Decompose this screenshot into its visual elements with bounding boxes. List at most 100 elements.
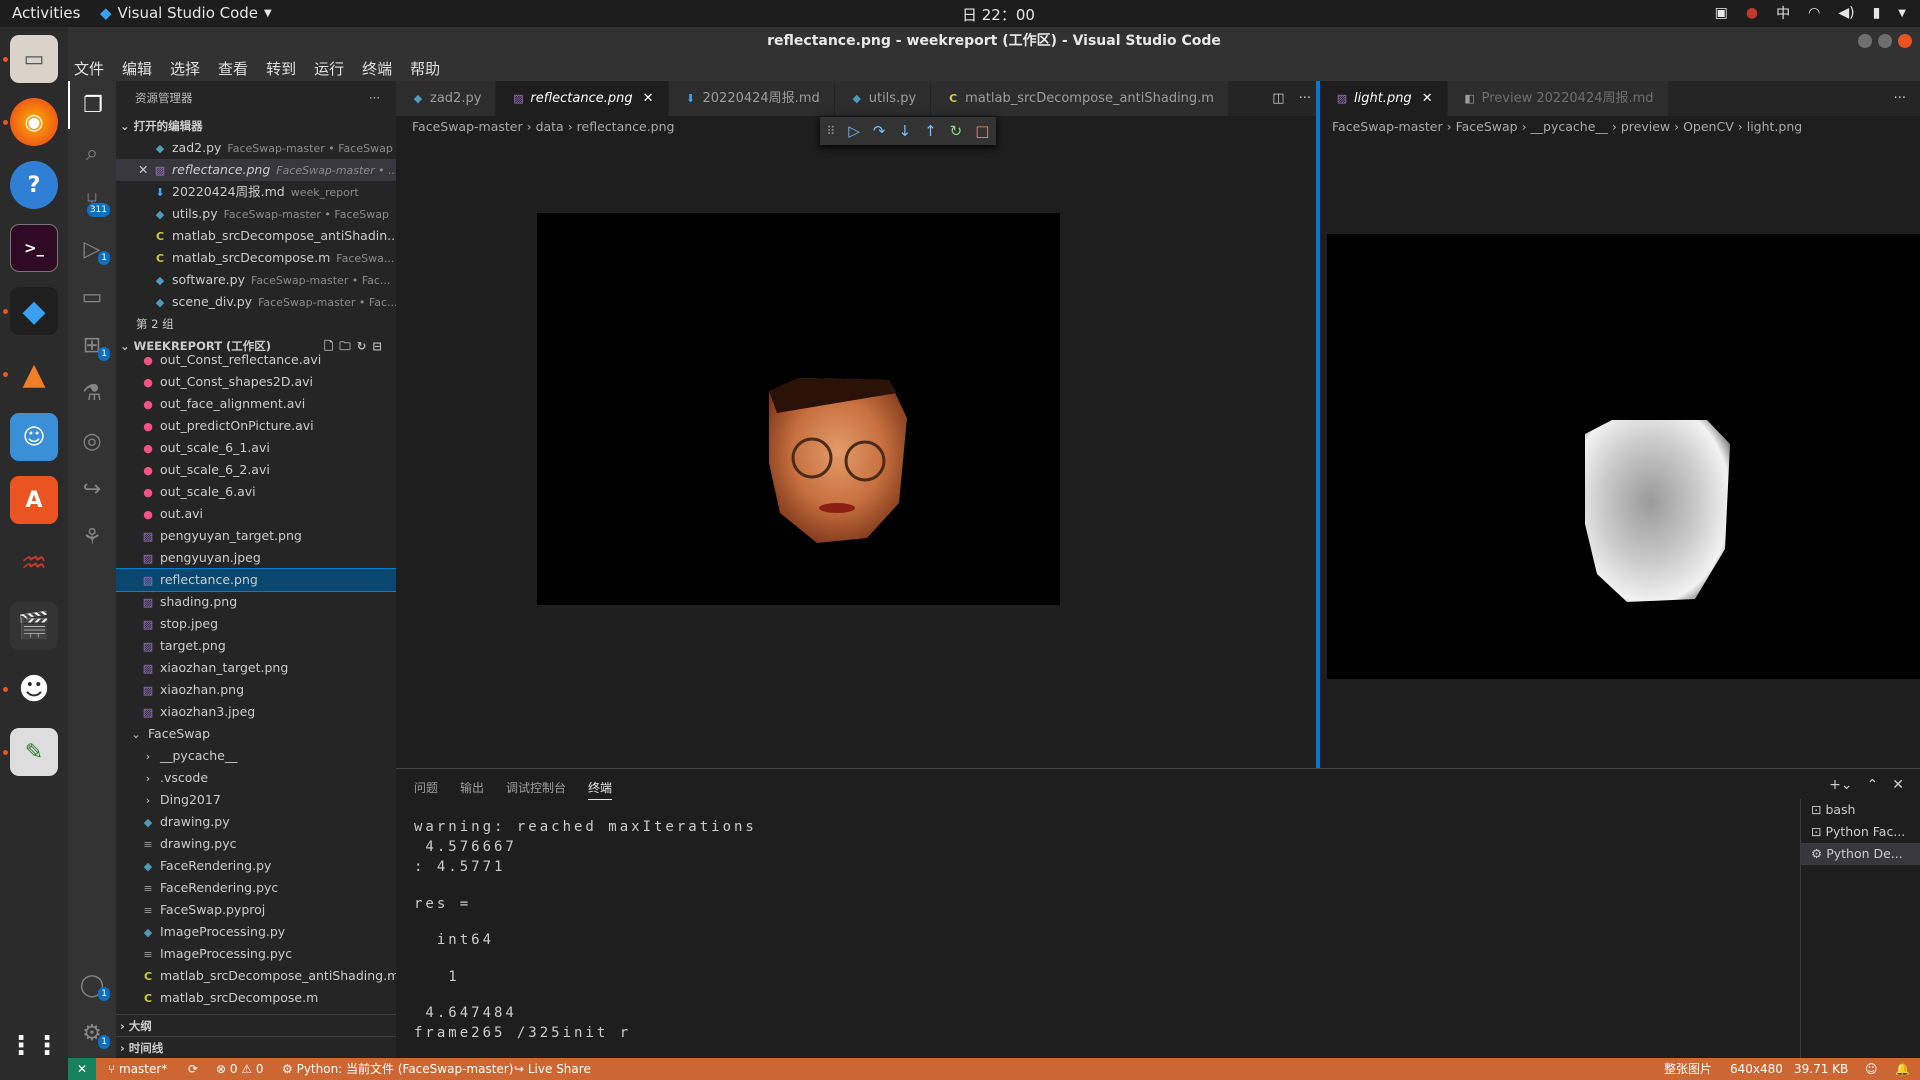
python-debug-config[interactable]: ⚙ Python: 当前文件 (FaceSwap-master) xyxy=(282,1058,513,1080)
minimize-button[interactable] xyxy=(1858,34,1872,48)
run-debug-icon[interactable]: ▷ 1 xyxy=(68,225,116,273)
file-tree-item[interactable]: ● out_scale_6.avi xyxy=(116,481,396,503)
terminal-icon[interactable]: >_ xyxy=(10,224,58,272)
file-tree-item[interactable]: ● out_face_alignment.avi xyxy=(116,393,396,415)
matlab-icon[interactable]: ▲ xyxy=(10,350,58,398)
more-actions-icon[interactable]: ··· xyxy=(1299,91,1311,106)
menu-help[interactable]: 帮助 xyxy=(410,58,440,79)
editor-tab[interactable]: ⬇ 20220424周报.md xyxy=(668,81,835,116)
file-tree-item[interactable]: ● out_predictOnPicture.avi xyxy=(116,415,396,437)
terminal-bash[interactable]: ⊡ bash xyxy=(1801,799,1920,821)
file-tree-item[interactable]: ● out_Const_reflectance.avi xyxy=(116,349,396,371)
outline-header[interactable]: › 大纲 xyxy=(116,1014,396,1036)
file-tree-item[interactable]: ▨ xiaozhan3.jpeg xyxy=(116,701,396,723)
stop-icon[interactable]: □ xyxy=(975,122,989,140)
close-icon[interactable]: ✕ xyxy=(138,159,148,181)
file-tree-item[interactable]: ◆ FaceRendering.py xyxy=(116,855,396,877)
breadcrumb-item[interactable]: FaceSwap-master xyxy=(412,119,523,134)
group-2-header[interactable]: 第 2 组 xyxy=(116,313,396,335)
problems-indicator[interactable]: ⊗ 0 ⚠ 0 xyxy=(216,1058,264,1080)
close-tab-icon[interactable]: ✕ xyxy=(643,91,654,106)
app-menu[interactable]: ◆ Visual Studio Code ▼ xyxy=(100,4,272,22)
search-icon[interactable]: ⌕ xyxy=(68,129,116,177)
file-tree-item[interactable]: ● out.avi xyxy=(116,503,396,525)
continue-icon[interactable]: ▷ xyxy=(848,122,860,140)
zoom-mode[interactable]: 整张图片 xyxy=(1664,1058,1712,1080)
activities-button[interactable]: Activities xyxy=(12,4,80,22)
volume-icon[interactable]: ◀) xyxy=(1838,5,1854,21)
breadcrumb-item[interactable]: preview xyxy=(1621,119,1670,134)
battery-icon[interactable]: ▮ xyxy=(1873,5,1881,21)
file-tree-item[interactable]: ▨ pengyuyan_target.png xyxy=(116,525,396,547)
file-tree-item[interactable]: ● out_scale_6_2.avi xyxy=(116,459,396,481)
github-icon[interactable]: ◎ xyxy=(68,417,116,465)
tab-terminal[interactable]: 终端 xyxy=(588,779,613,800)
file-tree-item[interactable]: ● out_scale_6_1.avi xyxy=(116,437,396,459)
menu-go[interactable]: 转到 xyxy=(266,58,296,79)
tab-output[interactable]: 输出 xyxy=(460,779,484,800)
menu-view[interactable]: 查看 xyxy=(218,58,248,79)
extensions-icon[interactable]: ⊞ 1 xyxy=(68,321,116,369)
file-tree-item[interactable]: › Ding2017 xyxy=(116,789,396,811)
file-tree-item[interactable]: ≡ FaceRendering.pyc xyxy=(116,877,396,899)
terminal-python-debug[interactable]: ⚙ Python De... xyxy=(1801,843,1920,865)
step-over-icon[interactable]: ↷ xyxy=(873,122,886,140)
file-tree-item[interactable]: ≡ drawing.pyc xyxy=(116,833,396,855)
feedback-icon[interactable]: ☺ xyxy=(1865,1058,1878,1080)
file-tree-item[interactable]: › __pycache__ xyxy=(116,745,396,767)
timeline-header[interactable]: › 时间线 xyxy=(116,1036,396,1058)
file-tree-item[interactable]: ≡ FaceSwap.pyproj xyxy=(116,899,396,921)
file-tree-item[interactable]: ● out_Const_shapes2D.avi xyxy=(116,371,396,393)
file-tree-item[interactable]: ◆ drawing.py xyxy=(116,811,396,833)
help-icon[interactable]: ? xyxy=(10,161,58,209)
source-control-icon[interactable]: ⑂ 311 xyxy=(68,177,116,225)
remote-icon[interactable]: ✕ xyxy=(68,1058,96,1080)
more-actions-icon[interactable]: ··· xyxy=(1880,81,1920,116)
wifi-icon[interactable]: ◠ xyxy=(1808,5,1820,21)
editor-tab[interactable]: ▨ light.png ✕ xyxy=(1320,81,1448,116)
ime-indicator[interactable]: 中 xyxy=(1776,3,1790,23)
file-tree-item[interactable]: ▨ stop.jpeg xyxy=(116,613,396,635)
step-into-icon[interactable]: ↓ xyxy=(898,122,911,140)
clock[interactable]: 日 22：00 xyxy=(962,4,1035,25)
menu-run[interactable]: 运行 xyxy=(314,58,344,79)
editor-tab[interactable]: ◆ zad2.py xyxy=(396,81,497,116)
software-center-icon[interactable]: A xyxy=(10,476,58,524)
branch-indicator[interactable]: ⑂ master* xyxy=(108,1058,167,1080)
file-tree-item[interactable]: ≡ ImageProcessing.pyc xyxy=(116,943,396,965)
testing-icon[interactable]: ⚗ xyxy=(68,369,116,417)
open-editor-item[interactable]: Cmatlab_srcDecompose.m FaceSwa... xyxy=(116,247,396,269)
file-tree-item[interactable]: ▨ pengyuyan.jpeg xyxy=(116,547,396,569)
breadcrumb-item[interactable]: OpenCV xyxy=(1683,119,1734,134)
python-icon[interactable]: ⚘ xyxy=(68,513,116,561)
app-icon[interactable]: ☻ xyxy=(10,665,58,713)
menu-file[interactable]: 文件 xyxy=(74,58,104,79)
file-tree-item[interactable]: Cmatlab_srcDecompose.m xyxy=(116,987,396,1009)
breadcrumb-item[interactable]: data xyxy=(536,119,564,134)
video-editor-icon[interactable]: 🎬 xyxy=(10,602,58,650)
file-manager-icon[interactable]: ▭ xyxy=(10,35,58,83)
terminal-python-faceswap[interactable]: ⊡ Python Fac... xyxy=(1801,821,1920,843)
close-panel-icon[interactable]: ✕ xyxy=(1892,777,1904,793)
file-tree-item[interactable]: ▨ target.png xyxy=(116,635,396,657)
file-tree-item[interactable]: ▨ shading.png xyxy=(116,591,396,613)
firefox-icon[interactable]: ◉ xyxy=(10,98,58,146)
terminal-output[interactable]: warning: reached maxIterations 4.576667:… xyxy=(414,817,757,1043)
app-icon[interactable]: ✎ xyxy=(10,728,58,776)
breadcrumb-item[interactable]: __pycache__ xyxy=(1531,119,1608,134)
open-editor-item[interactable]: ⬇ 20220424周报.md week_report xyxy=(116,181,396,203)
open-editor-item[interactable]: ◆ zad2.py FaceSwap-master • FaceSwap xyxy=(116,137,396,159)
close-tab-icon[interactable]: ✕ xyxy=(1422,91,1433,106)
maximize-panel-icon[interactable]: ⌃ xyxy=(1867,777,1879,793)
file-tree-item[interactable]: ◆ ImageProcessing.py xyxy=(116,921,396,943)
open-editors-header[interactable]: ⌄ 打开的编辑器 xyxy=(116,115,396,137)
open-editor-item[interactable]: ◆ utils.py FaceSwap-master • FaceSwap xyxy=(116,203,396,225)
editor-tab[interactable]: ◧ Preview 20220424周报.md xyxy=(1447,81,1669,116)
editor-tab[interactable]: ◆ utils.py xyxy=(834,81,932,116)
settings-gear-icon[interactable]: ⚙ 1 xyxy=(68,1009,116,1057)
live-share-icon[interactable]: ↪ xyxy=(68,465,116,513)
sync-icon[interactable]: ⟳ xyxy=(188,1058,198,1080)
menu-selection[interactable]: 选择 xyxy=(170,58,200,79)
menu-edit[interactable]: 编辑 xyxy=(122,58,152,79)
file-tree-item[interactable]: ▨ xiaozhan_target.png xyxy=(116,657,396,679)
